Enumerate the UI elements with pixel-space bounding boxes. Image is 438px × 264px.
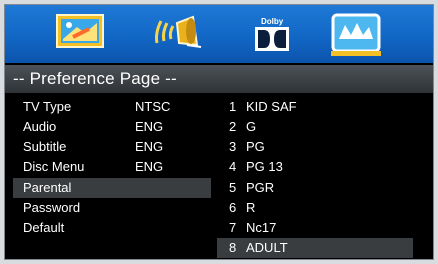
setting-value: ENG: [135, 119, 164, 134]
setting-disc-menu[interactable]: Disc Menu ENG: [5, 157, 215, 177]
setting-label: Audio: [23, 119, 57, 134]
parental-option[interactable]: 6 R: [217, 198, 413, 218]
option-number: 2: [229, 119, 237, 134]
general-setup-icon: [56, 14, 104, 48]
option-label: PGR: [246, 180, 275, 195]
setting-label: Password: [23, 200, 81, 215]
parental-option[interactable]: 5 PGR: [217, 178, 413, 198]
option-number: 8: [229, 240, 237, 255]
setting-value: NTSC: [135, 99, 171, 114]
setup-tab-bar: Dolby: [5, 5, 433, 63]
setting-label: Subtitle: [23, 139, 67, 154]
audio-speaker-icon: [155, 15, 202, 48]
tab-dolby-setup[interactable]: Dolby: [237, 9, 307, 59]
option-label: ADULT: [246, 240, 288, 255]
dvd-setup-menu: Dolby -- Preference Page -- TV Type NTSC…: [4, 4, 434, 260]
parental-option-selected[interactable]: 8 ADULT: [217, 238, 413, 258]
option-number: 1: [229, 99, 237, 114]
option-label: PG: [246, 139, 265, 154]
parental-option[interactable]: 4 PG 13: [217, 157, 413, 177]
option-number: 7: [229, 220, 237, 235]
option-number: 5: [229, 180, 237, 195]
setting-parental[interactable]: Parental: [13, 178, 211, 198]
setting-label: Default: [23, 220, 65, 235]
preference-icon: [331, 13, 381, 56]
tab-general-setup[interactable]: [47, 9, 117, 59]
setting-value: ENG: [135, 159, 164, 174]
setting-tv-type[interactable]: TV Type NTSC: [5, 97, 215, 117]
setting-label: TV Type: [23, 99, 72, 114]
option-label: Nc17: [246, 220, 277, 235]
dolby-icon-label: Dolby: [261, 17, 284, 26]
setting-label: Parental: [23, 180, 72, 195]
setting-audio[interactable]: Audio ENG: [5, 117, 215, 137]
option-label: R: [246, 200, 256, 215]
page-title: -- Preference Page --: [13, 69, 177, 88]
option-number: 6: [229, 200, 237, 215]
setting-label: Disc Menu: [23, 159, 85, 174]
dolby-icon: Dolby: [255, 17, 289, 51]
setting-password[interactable]: Password: [5, 198, 215, 218]
parental-option[interactable]: 3 PG: [217, 137, 413, 157]
option-number: 3: [229, 139, 237, 154]
option-label: PG 13: [246, 159, 283, 174]
parental-option[interactable]: 2 G: [217, 117, 413, 137]
option-number: 4: [229, 159, 237, 174]
setting-subtitle[interactable]: Subtitle ENG: [5, 137, 215, 157]
parental-option[interactable]: 7 Nc17: [217, 218, 413, 238]
tab-preference-setup[interactable]: [321, 9, 391, 59]
page-title-bar: -- Preference Page --: [5, 65, 433, 93]
option-label: KID SAF: [246, 99, 297, 114]
setting-value: ENG: [135, 139, 164, 154]
option-label: G: [246, 119, 257, 134]
tab-audio-setup[interactable]: [147, 9, 217, 59]
parental-option[interactable]: 1 KID SAF: [217, 97, 413, 117]
setting-default[interactable]: Default: [5, 218, 215, 238]
